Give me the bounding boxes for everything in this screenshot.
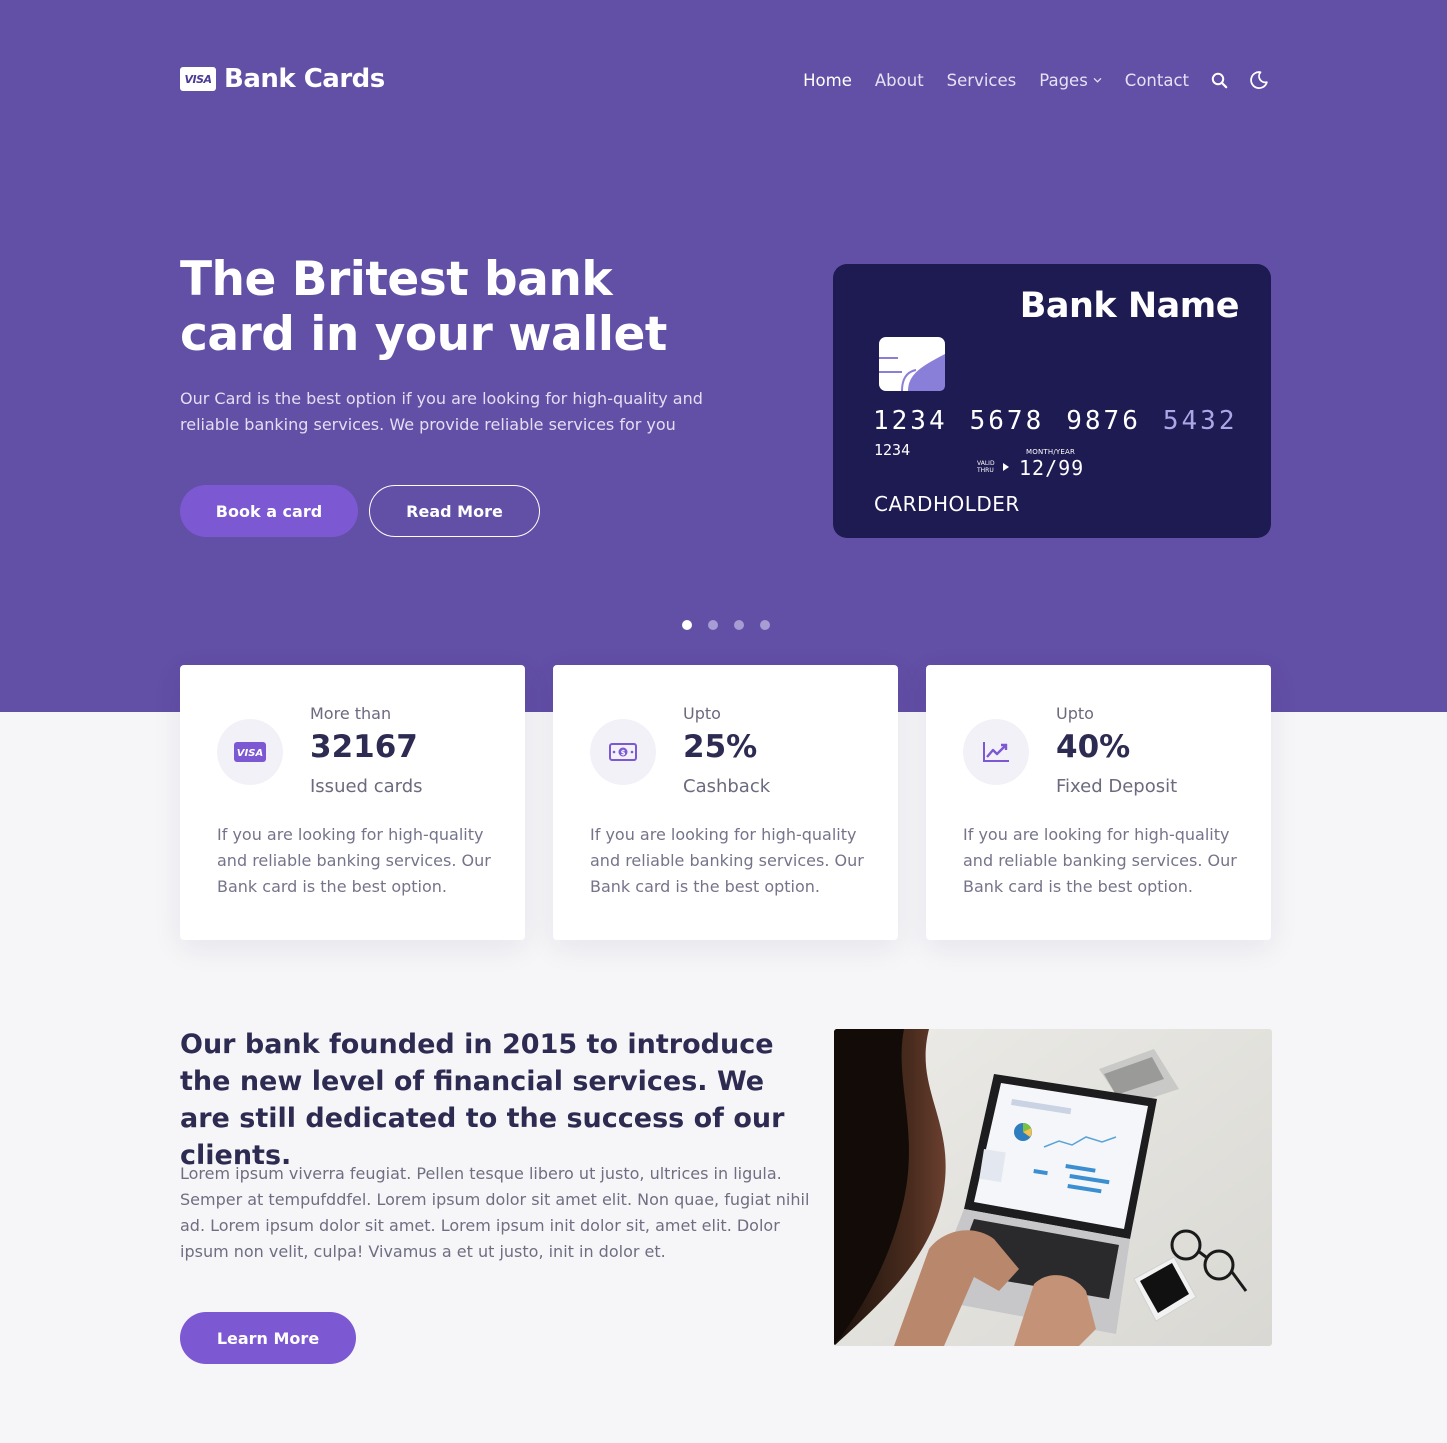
learn-more-button[interactable]: Learn More	[180, 1312, 356, 1364]
chevron-down-icon	[1093, 77, 1102, 83]
card-number-group-2: 5678	[969, 406, 1045, 436]
stat-description: If you are looking for high-quality and …	[590, 825, 864, 896]
main-nav: Home About Services Pages Contact	[803, 64, 1269, 96]
nav-home[interactable]: Home	[803, 71, 852, 90]
card-number-group-4: 5432	[1162, 406, 1238, 436]
hero-title: The Britest bank card in your wallet	[180, 252, 667, 362]
card-arrow-icon	[1003, 463, 1009, 471]
nav-about[interactable]: About	[875, 71, 924, 90]
card-number-group-3: 9876	[1066, 406, 1141, 436]
about-description: Lorem ipsum viverra feugiat. Pellen tesq…	[180, 1164, 810, 1261]
nav-pages-label: Pages	[1039, 70, 1088, 90]
stat-prefix: Upto	[683, 704, 721, 723]
stat-description: If you are looking for high-quality and …	[963, 825, 1237, 896]
about-title: Our bank founded in 2015 to introduce th…	[180, 1029, 785, 1171]
visa-logo-icon: VISA	[180, 67, 216, 91]
bank-card-image: Bank Name 1234 5678 9876 5432 1234 MONTH…	[833, 264, 1271, 538]
visa-card-icon: VISA	[217, 719, 283, 785]
card-expiry: 12/99	[1019, 456, 1085, 480]
chip-icon	[879, 337, 945, 392]
money-bill-icon: $	[590, 719, 656, 785]
stat-prefix: More than	[310, 704, 392, 723]
read-more-button[interactable]: Read More	[369, 485, 540, 537]
card-bank-name: Bank Name	[1019, 286, 1240, 326]
card-holder: CARDHOLDER	[874, 492, 1020, 516]
stat-prefix: Upto	[1056, 704, 1094, 723]
moon-icon[interactable]	[1249, 70, 1269, 90]
slider-dots	[682, 620, 770, 630]
stat-value: 40%	[1056, 729, 1131, 765]
card-small-number: 1234	[874, 441, 911, 459]
slider-dot-4[interactable]	[760, 620, 770, 630]
laptop-user-image	[834, 1029, 1272, 1346]
stat-card-issued: VISA More than 32167 Issued cards If you…	[180, 665, 525, 940]
svg-text:$: $	[621, 749, 626, 757]
stat-label: Fixed Deposit	[1056, 776, 1178, 797]
stat-value: 25%	[683, 729, 758, 765]
nav-contact[interactable]: Contact	[1125, 71, 1189, 90]
nav-services[interactable]: Services	[947, 71, 1017, 90]
slider-dot-2[interactable]	[708, 620, 718, 630]
search-icon[interactable]	[1209, 70, 1229, 90]
hero-description: Our Card is the best option if you are l…	[180, 389, 703, 434]
stat-card-cashback: $ Upto 25% Cashback If you are looking f…	[553, 665, 898, 940]
card-month-year-label: MONTH/YEAR	[1026, 448, 1076, 456]
chart-line-icon	[963, 719, 1029, 785]
slider-dot-3[interactable]	[734, 620, 744, 630]
stat-value: 32167	[310, 729, 418, 765]
card-number-group-1: 1234	[873, 406, 948, 436]
slider-dot-1[interactable]	[682, 620, 692, 630]
stat-label: Cashback	[683, 776, 771, 797]
logo[interactable]: VISA Bank Cards	[180, 64, 385, 94]
svg-text:VISA: VISA	[237, 748, 263, 759]
card-number: 1234 5678 9876 5432	[873, 406, 1238, 436]
stat-card-deposit: Upto 40% Fixed Deposit If you are lookin…	[926, 665, 1271, 940]
brand-name: Bank Cards	[224, 64, 385, 94]
stat-label: Issued cards	[310, 776, 423, 797]
card-valid-thru-label: VALID THRU	[977, 460, 995, 474]
laptop-photo	[834, 1029, 1272, 1346]
hero-section: VISA Bank Cards Home About Services Page…	[0, 0, 1447, 712]
book-card-button[interactable]: Book a card	[180, 485, 358, 537]
nav-pages[interactable]: Pages	[1039, 71, 1102, 90]
stat-description: If you are looking for high-quality and …	[217, 825, 491, 896]
